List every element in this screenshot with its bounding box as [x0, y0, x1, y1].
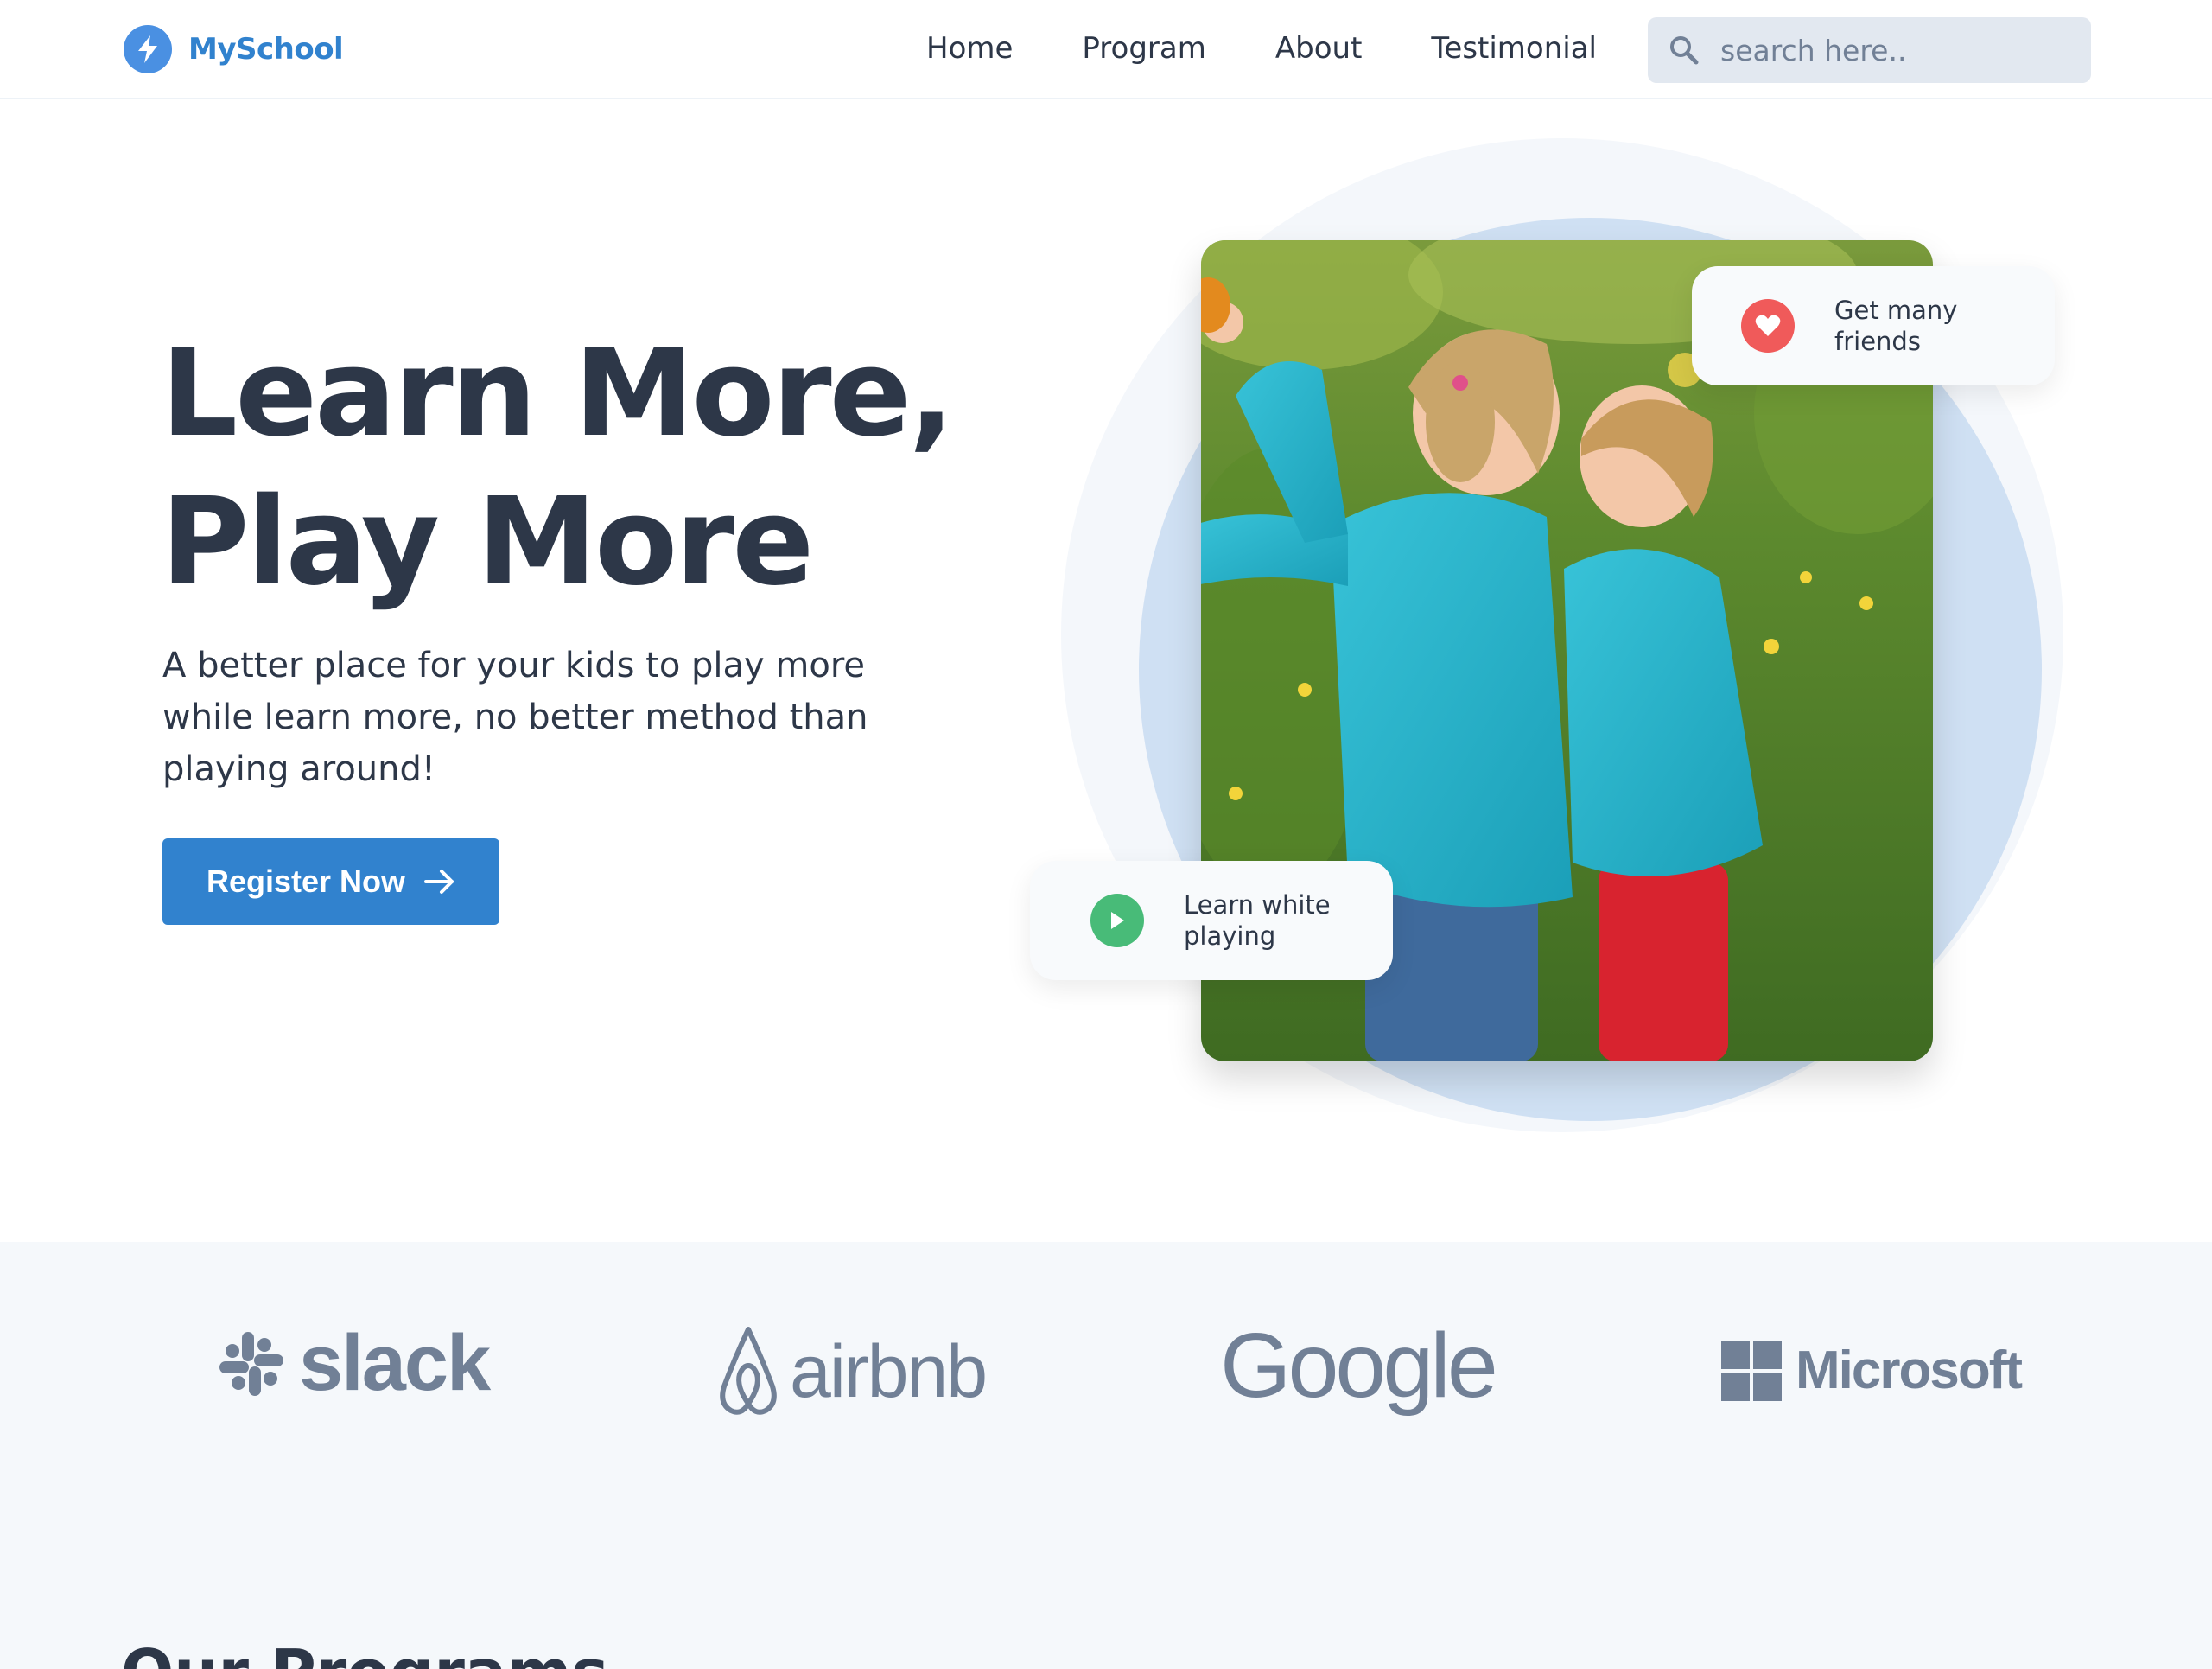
- lightning-icon: [124, 25, 172, 73]
- nav-home[interactable]: Home: [926, 28, 1013, 69]
- search-icon: [1670, 36, 1699, 65]
- airbnb-logo: airbnb: [717, 1324, 988, 1419]
- arrow-right-icon: [424, 870, 454, 894]
- microsoft-logo: Microsoft: [1721, 1340, 2023, 1401]
- google-logo: Google: [1220, 1314, 1498, 1418]
- airbnb-text: airbnb: [790, 1329, 988, 1413]
- logo-link[interactable]: MySchool: [124, 25, 344, 73]
- nav-program[interactable]: Program: [1082, 28, 1205, 69]
- play-card-text: Learn white playing: [1184, 890, 1331, 951]
- microsoft-icon: [1721, 1340, 1782, 1401]
- nav-about[interactable]: About: [1275, 28, 1363, 69]
- search-input[interactable]: [1720, 33, 2083, 67]
- programs-section-title: Our Programs: [121, 1638, 608, 1669]
- logo-text: MySchool: [188, 32, 344, 67]
- nav-testimonial[interactable]: Testimonial: [1431, 28, 1597, 69]
- partners-band: [0, 1242, 2212, 1669]
- register-button-label: Register Now: [206, 863, 406, 899]
- search-box[interactable]: [1648, 17, 2091, 83]
- hero-title-line-1: Learn More,: [161, 323, 955, 464]
- hero-title: Learn More, Play More: [161, 320, 955, 617]
- slack-logo: slack: [216, 1318, 491, 1409]
- google-text: Google: [1220, 1315, 1498, 1417]
- register-button[interactable]: Register Now: [162, 838, 499, 925]
- main-nav: Home Program About Testimonial: [926, 28, 1597, 69]
- site-header: MySchool Home Program About Testimonial: [0, 0, 2212, 99]
- hero-title-line-2: Play More: [161, 472, 814, 613]
- friends-card: Get many friends: [1692, 266, 2055, 385]
- slack-text: slack: [299, 1319, 491, 1407]
- microsoft-text: Microsoft: [1796, 1341, 2023, 1400]
- hero-subtitle: A better place for your kids to play mor…: [162, 646, 868, 789]
- play-card[interactable]: Learn white playing: [1030, 861, 1393, 980]
- friends-card-text: Get many friends: [1834, 296, 1958, 356]
- play-icon[interactable]: [1090, 894, 1144, 947]
- slack-icon: [219, 1331, 283, 1396]
- heart-icon: [1741, 299, 1795, 353]
- airbnb-icon: [720, 1327, 777, 1415]
